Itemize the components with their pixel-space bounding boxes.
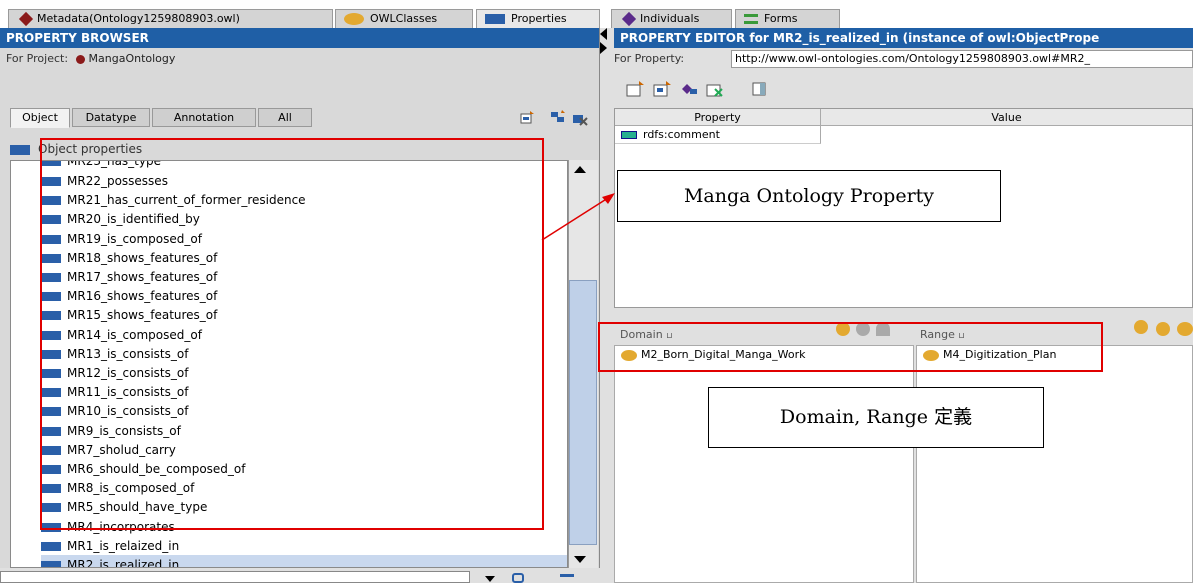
domain-list[interactable]: M2_Born_Digital_Manga_Work bbox=[614, 345, 914, 583]
tab-individuals[interactable]: Individuals bbox=[611, 9, 732, 28]
delete-property-icon[interactable] bbox=[572, 112, 588, 126]
table-header-property[interactable]: Property bbox=[615, 109, 821, 126]
tab-forms[interactable]: Forms bbox=[735, 9, 840, 28]
collapse-left-arrow[interactable] bbox=[600, 28, 607, 40]
range-list[interactable]: M4_Digitization_Plan bbox=[916, 345, 1193, 583]
tab-annotation[interactable]: Annotation bbox=[152, 108, 256, 127]
tab-properties[interactable]: Properties bbox=[476, 9, 600, 28]
project-name: MangaOntology bbox=[88, 52, 176, 65]
property-highlight-box bbox=[40, 138, 544, 530]
create-subproperty-icon[interactable] bbox=[550, 110, 566, 124]
scroll-up-arrow[interactable] bbox=[574, 166, 586, 173]
combo-dropdown-icon[interactable] bbox=[485, 576, 495, 582]
callout-arrow bbox=[541, 193, 615, 241]
property-bar-icon bbox=[560, 574, 574, 577]
create-value-icon[interactable] bbox=[652, 80, 674, 98]
oval-icon bbox=[344, 13, 364, 25]
callout-manga-property: Manga Ontology Property bbox=[617, 170, 1001, 222]
list-item[interactable]: MR2_is_realized_in bbox=[41, 555, 567, 567]
diamond-purple-icon bbox=[621, 11, 637, 27]
create-range-icon[interactable] bbox=[1134, 320, 1148, 334]
forms-icon bbox=[744, 14, 758, 24]
tab-metadata[interactable]: Metadata(Ontology1259808903.owl) bbox=[8, 9, 333, 28]
list-item[interactable]: MR1_is_relaized_in bbox=[41, 536, 179, 556]
view-icon[interactable] bbox=[752, 82, 766, 96]
filter-combo[interactable] bbox=[0, 571, 470, 583]
property-bar-icon bbox=[485, 14, 505, 24]
scrollbar-thumb[interactable] bbox=[569, 280, 597, 545]
diamond-red-icon bbox=[18, 11, 34, 27]
callout-domain-range: Domain, Range 定義 bbox=[708, 387, 1044, 448]
for-property-label: For Property: bbox=[614, 52, 685, 65]
annotation-diamond-icon[interactable] bbox=[678, 80, 700, 98]
project-line: For Project: MangaOntology bbox=[6, 52, 176, 65]
project-icon bbox=[75, 54, 85, 64]
tab-datatype[interactable]: Datatype bbox=[72, 108, 150, 127]
remove-range-icon[interactable] bbox=[1177, 322, 1193, 336]
add-value-icon[interactable] bbox=[625, 80, 647, 98]
tab-owlclasses[interactable]: OWLClasses bbox=[335, 9, 473, 28]
property-editor-title: PROPERTY EDITOR for MR2_is_realized_in (… bbox=[614, 28, 1193, 48]
tab-all[interactable]: All bbox=[258, 108, 312, 127]
property-bar-icon bbox=[41, 561, 61, 567]
property-bar-icon bbox=[41, 541, 61, 551]
binoculars-icon[interactable] bbox=[512, 573, 524, 583]
domain-range-highlight-box bbox=[598, 322, 1103, 372]
expand-right-arrow[interactable] bbox=[600, 42, 607, 54]
add-range-icon[interactable] bbox=[1156, 322, 1170, 336]
table-header-value[interactable]: Value bbox=[821, 109, 1192, 126]
delete-value-icon[interactable] bbox=[705, 80, 727, 98]
main-tab-bar: Metadata(Ontology1259808903.owl) OWLClas… bbox=[0, 0, 1193, 28]
property-uri-field[interactable]: http://www.owl-ontologies.com/Ontology12… bbox=[731, 50, 1193, 68]
tab-object[interactable]: Object bbox=[10, 108, 70, 128]
property-browser-title: PROPERTY BROWSER bbox=[0, 28, 599, 48]
table-row[interactable]: rdfs:comment bbox=[615, 126, 821, 144]
scroll-down-arrow[interactable] bbox=[574, 556, 586, 563]
create-property-icon[interactable] bbox=[520, 110, 536, 124]
annotation-property-icon bbox=[621, 131, 637, 139]
property-bar-icon bbox=[10, 144, 30, 155]
